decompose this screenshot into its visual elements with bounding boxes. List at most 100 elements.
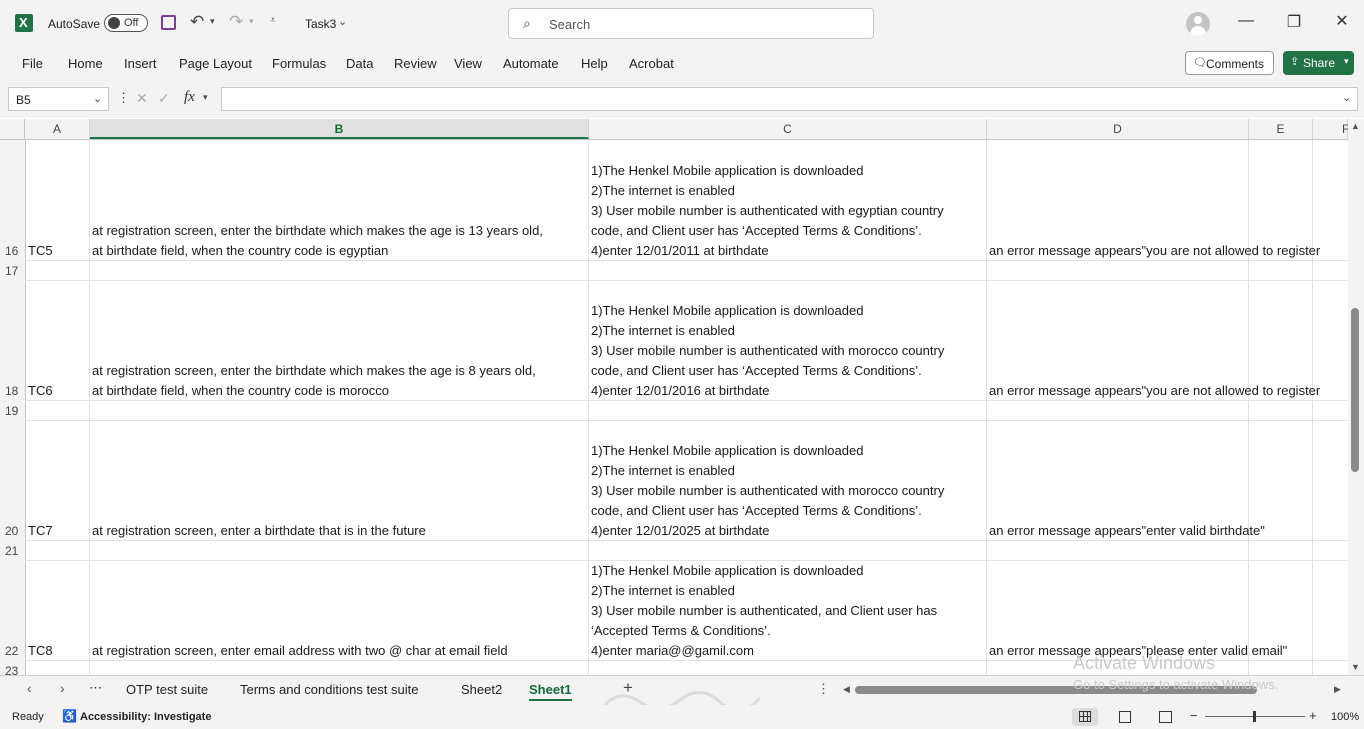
name-box[interactable]: B5 ⌄ [8, 87, 109, 111]
zoom-out-icon[interactable]: − [1190, 708, 1198, 723]
row-header[interactable]: 17 [0, 264, 25, 278]
name-box-chevron-icon[interactable]: ⌄ [93, 92, 102, 105]
column-header-f[interactable]: F [1313, 119, 1349, 139]
zoom-in-icon[interactable]: + [1309, 708, 1317, 723]
cell-c16[interactable]: 1)The Henkel Mobile application is downl… [591, 161, 986, 261]
cell-c22[interactable]: 1)The Henkel Mobile application is downl… [591, 561, 986, 661]
tab-split-handle-icon[interactable]: ⋮ [817, 681, 830, 697]
tab-help[interactable]: Help [581, 56, 608, 71]
sheet-tab-sheet2[interactable]: Sheet2 [461, 682, 502, 697]
tab-home[interactable]: Home [68, 56, 103, 71]
autosave-label: AutoSave [48, 17, 101, 31]
cell-d18[interactable]: an error message appears"you are not all… [989, 381, 1344, 401]
cell-b16[interactable]: at registration screen, enter the birthd… [92, 221, 587, 261]
cell-text-line: 2)The internet is enabled [591, 323, 735, 338]
formula-input[interactable]: ⌄ [221, 87, 1358, 111]
scroll-right-icon[interactable]: ▶ [1334, 684, 1341, 695]
share-button[interactable]: ⇪ Share ▾ [1283, 51, 1354, 75]
file-name[interactable]: Task3 [305, 17, 336, 31]
undo-icon[interactable]: ↶ [190, 12, 204, 32]
file-name-chevron-icon[interactable]: ⌄ [338, 15, 347, 28]
cell-c20[interactable]: 1)The Henkel Mobile application is downl… [591, 441, 986, 541]
cell-b20[interactable]: at registration screen, enter a birthdat… [92, 521, 587, 541]
column-header-b[interactable]: B [90, 119, 589, 139]
page-layout-view-icon[interactable] [1119, 711, 1131, 723]
sheet-tab-terms-and-conditions[interactable]: Terms and conditions test suite [240, 682, 418, 697]
scroll-left-icon[interactable]: ◀ [843, 684, 850, 695]
expand-formula-icon[interactable]: ⌄ [1342, 91, 1351, 104]
column-header-c[interactable]: C [589, 119, 987, 139]
name-box-value: B5 [16, 93, 31, 107]
tab-automate[interactable]: Automate [503, 56, 559, 71]
zoom-level[interactable]: 100% [1331, 711, 1359, 723]
cell-text-line: 3) User mobile number is authenticated w… [591, 203, 944, 218]
undo-dropdown-icon[interactable]: ▾ [210, 16, 215, 27]
cancel-entry-icon[interactable]: ✕ [136, 90, 148, 107]
page-break-preview-icon[interactable] [1159, 711, 1172, 723]
comments-label: Comments [1206, 57, 1265, 71]
vertical-scroll-thumb[interactable] [1351, 308, 1359, 472]
tab-page-layout[interactable]: Page Layout [179, 56, 252, 71]
close-icon[interactable]: ✕ [1327, 11, 1357, 31]
row-header[interactable]: 23 [0, 664, 25, 675]
more-sheets-icon[interactable]: ⋯ [89, 680, 102, 696]
redo-dropdown-icon[interactable]: ▾ [249, 16, 254, 27]
save-icon[interactable] [161, 15, 176, 30]
next-sheet-icon[interactable]: › [60, 680, 65, 696]
activate-windows-subtitle: Go to Settings to activate Windows. [1073, 677, 1279, 692]
normal-view-icon[interactable] [1072, 708, 1098, 726]
cell-text-line: code, and Client user has ‘Accepted Term… [591, 503, 922, 518]
cell-text-line: code, and Client user has ‘Accepted Term… [591, 223, 922, 238]
cell-c18[interactable]: 1)The Henkel Mobile application is downl… [591, 301, 986, 401]
cell-b18[interactable]: at registration screen, enter the birthd… [92, 361, 587, 401]
cell-text-line: 4)enter 12/01/2016 at birthdate [591, 383, 770, 398]
excel-logo-icon: X [15, 14, 33, 32]
cell-a18[interactable]: TC6 [28, 381, 53, 401]
autosave-toggle[interactable]: Off [104, 14, 148, 32]
cell-text-line: 2)The internet is enabled [591, 463, 735, 478]
row-header[interactable]: 22 [0, 644, 25, 658]
column-header-e[interactable]: E [1249, 119, 1313, 139]
scroll-down-icon[interactable]: ▼ [1351, 662, 1360, 672]
user-avatar-icon[interactable] [1186, 12, 1210, 36]
row-header[interactable]: 19 [0, 404, 25, 418]
confirm-entry-icon[interactable]: ✓ [158, 90, 170, 107]
cell-a16[interactable]: TC5 [28, 241, 53, 261]
cell-a20[interactable]: TC7 [28, 521, 53, 541]
search-box[interactable]: ⌕ Search [508, 8, 874, 39]
zoom-slider-thumb[interactable] [1253, 711, 1256, 722]
tab-insert[interactable]: Insert [124, 56, 157, 71]
row-header[interactable]: 16 [0, 244, 25, 258]
tab-view[interactable]: View [454, 56, 482, 71]
accessibility-status[interactable]: Accessibility: Investigate [80, 711, 211, 723]
row-header[interactable]: 21 [0, 544, 25, 558]
restore-icon[interactable]: ❐ [1279, 12, 1309, 32]
customize-toolbar-icon[interactable]: ⩡ [270, 15, 276, 26]
row-header[interactable]: 18 [0, 384, 25, 398]
cell-text-line: code, and Client user has ‘Accepted Term… [591, 363, 922, 378]
redo-icon[interactable]: ↷ [229, 12, 243, 32]
fx-chevron-icon[interactable]: ▾ [203, 92, 208, 103]
select-all-corner[interactable] [0, 119, 25, 139]
column-header-d[interactable]: D [987, 119, 1249, 139]
accessibility-icon[interactable]: ♿ [62, 709, 77, 723]
cell-d20[interactable]: an error message appears"enter valid bir… [989, 521, 1344, 541]
tab-review[interactable]: Review [394, 56, 437, 71]
more-options-icon[interactable]: ⋮ [117, 90, 130, 106]
cell-d16[interactable]: an error message appears"you are not all… [989, 241, 1344, 261]
comments-button[interactable]: 🗨 Comments [1185, 51, 1274, 75]
scroll-up-icon[interactable]: ▲ [1351, 121, 1360, 131]
cell-b22[interactable]: at registration screen, enter email addr… [92, 641, 587, 661]
tab-acrobat[interactable]: Acrobat [629, 56, 674, 71]
insert-function-button[interactable]: fx [184, 89, 195, 106]
row-header[interactable]: 20 [0, 524, 25, 538]
sheet-tab-sheet1[interactable]: Sheet1 [529, 682, 572, 701]
tab-file[interactable]: File [22, 56, 43, 71]
sheet-tab-otp-test-suite[interactable]: OTP test suite [126, 682, 208, 697]
cell-a22[interactable]: TC8 [28, 641, 53, 661]
tab-formulas[interactable]: Formulas [272, 56, 326, 71]
minimize-icon[interactable]: — [1231, 12, 1261, 30]
tab-data[interactable]: Data [346, 56, 373, 71]
column-header-a[interactable]: A [25, 119, 90, 139]
prev-sheet-icon[interactable]: ‹ [27, 680, 32, 696]
